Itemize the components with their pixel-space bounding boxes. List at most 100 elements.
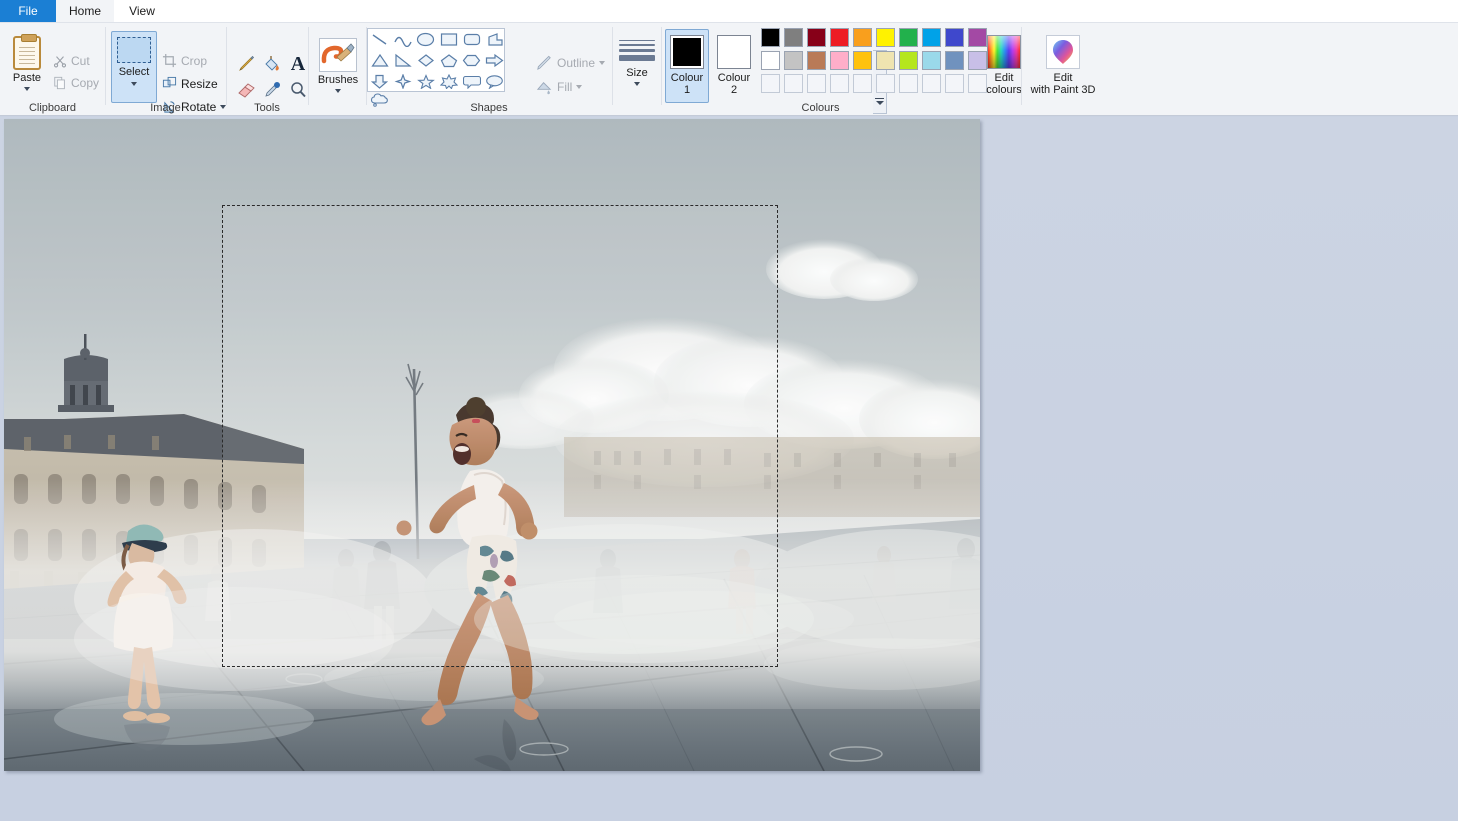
shapes-gallery[interactable] <box>367 28 506 107</box>
outline-icon <box>537 55 551 70</box>
size-dropdown-caret[interactable] <box>634 82 640 86</box>
palette-swatch-r3-c1[interactable] <box>761 74 780 93</box>
paste-icon <box>13 34 41 70</box>
palette-swatch-r2-c7[interactable] <box>899 51 918 70</box>
fill-dropdown-caret[interactable] <box>576 84 583 89</box>
shape-polygon[interactable] <box>483 29 506 50</box>
colour1-label-line1: Colour <box>670 72 704 84</box>
paint3d-label-line2: with Paint 3D <box>1030 84 1096 96</box>
paste-dropdown-caret[interactable] <box>24 87 30 91</box>
palette-swatch-r1-c9[interactable] <box>945 28 964 47</box>
eraser-icon <box>238 83 255 98</box>
colour-picker-button[interactable] <box>259 77 285 103</box>
select-button[interactable]: Select <box>111 31 157 103</box>
text-tool-icon: A <box>290 53 306 75</box>
palette-swatch-r3-c8[interactable] <box>922 74 941 93</box>
paste-button[interactable]: Paste <box>6 31 48 103</box>
palette-swatch-r2-c3[interactable] <box>807 51 826 70</box>
palette-swatch-r1-c8[interactable] <box>922 28 941 47</box>
ribbon: Paste Cut Copy Clipboard Select Crop Res… <box>0 22 1458 116</box>
paint-window: File Home View Paste Cut Copy Clipboard … <box>0 0 1458 821</box>
canvas-workspace[interactable] <box>0 117 1458 821</box>
eraser-tool-button[interactable] <box>233 77 259 103</box>
palette-swatch-r2-c1[interactable] <box>761 51 780 70</box>
shape-line[interactable] <box>368 29 391 50</box>
image-canvas[interactable] <box>4 119 980 771</box>
shape-pentagon[interactable] <box>437 50 460 71</box>
colour1-button[interactable]: Colour 1 <box>665 29 709 103</box>
palette-swatch-r2-c6[interactable] <box>876 51 895 70</box>
paint3d-glyph <box>1053 40 1073 64</box>
colour2-button[interactable]: Colour 2 <box>712 29 756 103</box>
resize-button[interactable]: Resize <box>159 75 221 92</box>
crop-button[interactable]: Crop <box>159 52 210 69</box>
shape-five-point-star[interactable] <box>414 71 437 92</box>
palette-swatch-r2-c2[interactable] <box>784 51 803 70</box>
select-label: Select <box>118 66 150 78</box>
fill-button[interactable]: Fill <box>533 77 585 96</box>
copy-label: Copy <box>71 76 100 90</box>
shape-four-point-star[interactable] <box>391 71 414 92</box>
outline-button[interactable]: Outline <box>533 53 608 72</box>
palette-swatch-r2-c5[interactable] <box>853 51 872 70</box>
palette-swatch-r1-c2[interactable] <box>784 28 803 47</box>
fill-tool-button[interactable] <box>259 51 285 77</box>
palette-swatch-r2-c8[interactable] <box>922 51 941 70</box>
colour-palette[interactable] <box>761 28 989 95</box>
shape-oval[interactable] <box>414 29 437 50</box>
brushes-button[interactable]: Brushes <box>317 35 359 101</box>
cut-button[interactable]: Cut <box>50 53 93 69</box>
shape-six-point-star[interactable] <box>437 71 460 92</box>
palette-swatch-r1-c6[interactable] <box>876 28 895 47</box>
shape-hexagon[interactable] <box>460 50 483 71</box>
palette-swatch-r2-c9[interactable] <box>945 51 964 70</box>
copy-button[interactable]: Copy <box>50 75 102 91</box>
tools-group-label: Tools <box>254 102 280 114</box>
shape-oval-callout[interactable] <box>483 71 506 92</box>
palette-swatch-r3-c2[interactable] <box>784 74 803 93</box>
shape-rectangle[interactable] <box>437 29 460 50</box>
palette-swatch-r1-c4[interactable] <box>830 28 849 47</box>
outline-dropdown-caret[interactable] <box>599 60 606 65</box>
palette-swatch-r3-c7[interactable] <box>899 74 918 93</box>
palette-swatch-r2-c4[interactable] <box>830 51 849 70</box>
palette-swatch-r3-c3[interactable] <box>807 74 826 93</box>
paste-label: Paste <box>12 72 42 84</box>
magnifier-icon <box>291 82 306 98</box>
palette-swatch-r3-c5[interactable] <box>853 74 872 93</box>
palette-swatch-r1-c7[interactable] <box>899 28 918 47</box>
colours-group-label: Colours <box>801 102 840 114</box>
palette-swatch-r3-c9[interactable] <box>945 74 964 93</box>
palette-swatch-r1-c1[interactable] <box>761 28 780 47</box>
palette-swatch-r3-c6[interactable] <box>876 74 895 93</box>
shape-rounded-rectangle[interactable] <box>460 29 483 50</box>
select-dropdown-caret[interactable] <box>131 82 137 86</box>
shape-diamond[interactable] <box>414 50 437 71</box>
ribbon-group-shapes: Outline Fill Shapes <box>367 23 887 116</box>
size-button[interactable]: Size <box>615 31 659 101</box>
ribbon-group-paint3d: Edit with Paint 3D <box>1022 23 1104 116</box>
shape-right-triangle[interactable] <box>391 50 414 71</box>
colour1-swatch[interactable] <box>670 35 704 69</box>
colour2-swatch[interactable] <box>717 35 751 69</box>
tab-view[interactable]: View <box>114 0 170 22</box>
image-group-label: Image <box>150 102 181 114</box>
ribbon-group-tools: A Tools <box>227 23 307 116</box>
pencil-tool-button[interactable] <box>233 51 259 77</box>
shape-down-arrow[interactable] <box>368 71 391 92</box>
shape-triangle[interactable] <box>368 50 391 71</box>
palette-swatch-r3-c4[interactable] <box>830 74 849 93</box>
tab-file[interactable]: File <box>0 0 56 22</box>
tab-strip-filler <box>170 0 1458 22</box>
shape-right-arrow[interactable] <box>483 50 506 71</box>
palette-swatch-r1-c5[interactable] <box>853 28 872 47</box>
size-icon <box>619 40 655 61</box>
canvas-photo <box>4 119 980 771</box>
selection-rectangle-icon <box>117 37 151 63</box>
brushes-dropdown-caret[interactable] <box>335 89 341 93</box>
edit-with-paint3d-button[interactable]: Edit with Paint 3D <box>1028 29 1098 105</box>
palette-swatch-r1-c3[interactable] <box>807 28 826 47</box>
tab-home[interactable]: Home <box>56 0 114 22</box>
shape-rounded-rectangular-callout[interactable] <box>460 71 483 92</box>
shape-curve[interactable] <box>391 29 414 50</box>
